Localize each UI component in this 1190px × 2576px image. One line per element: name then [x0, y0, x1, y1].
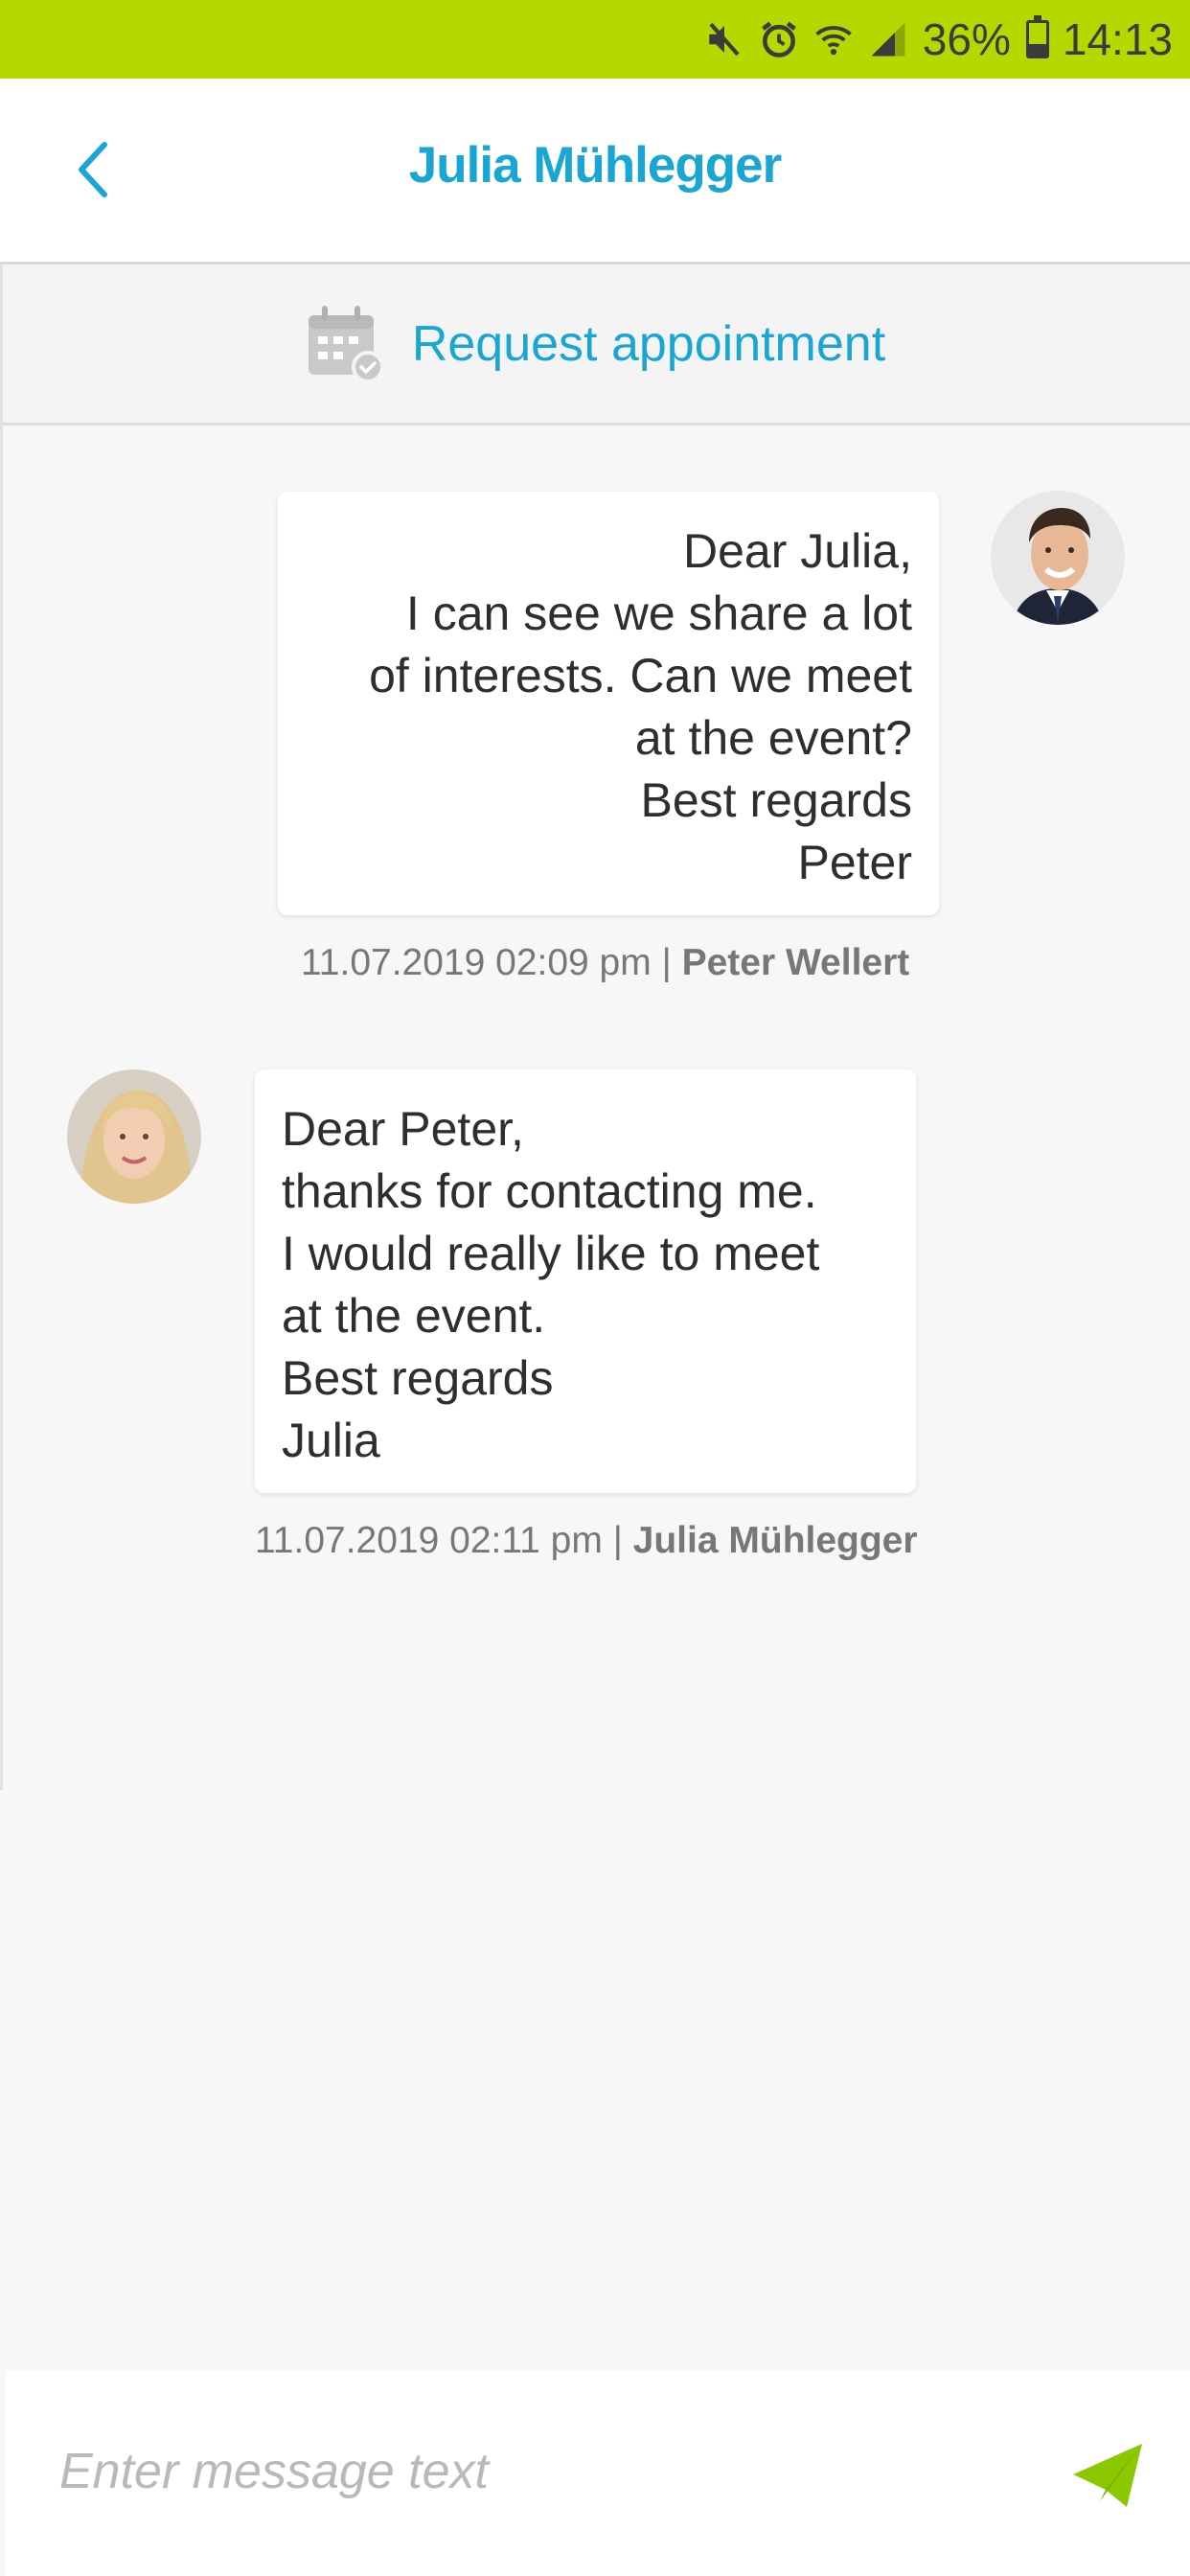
avatar	[991, 491, 1125, 625]
status-bar: 36% 14:13	[0, 0, 1190, 79]
message-meta: 11.07.2019 02:09 pm | Peter Wellert	[301, 942, 909, 984]
wifi-icon	[813, 19, 854, 59]
chat-header: Julia Mühlegger	[0, 79, 1190, 264]
battery-percent: 36%	[922, 14, 1011, 64]
message-sender: Peter Wellert	[681, 942, 910, 983]
battery-fill	[1028, 43, 1046, 56]
avatar	[67, 1070, 201, 1204]
alarm-icon	[758, 18, 800, 60]
send-icon	[1073, 2444, 1142, 2507]
message-meta: 11.07.2019 02:11 pm | Julia Mühlegger	[255, 1520, 918, 1562]
meta-separator: |	[651, 942, 682, 983]
page-title: Julia Mühlegger	[408, 137, 782, 194]
mute-icon	[704, 19, 744, 59]
clock: 14:13	[1062, 14, 1173, 64]
message-sender: Julia Mühlegger	[632, 1520, 918, 1561]
message-timestamp: 11.07.2019 02:11 pm	[255, 1520, 603, 1561]
battery-icon	[1025, 15, 1049, 58]
request-appointment-label: Request appointment	[411, 315, 886, 372]
request-appointment-button[interactable]: Request appointment	[0, 264, 1190, 426]
message-bubble-outgoing: Dear Julia, I can see we share a lot of …	[278, 492, 939, 915]
message-bubble-incoming: Dear Peter, thanks for contacting me. I …	[255, 1070, 916, 1493]
calendar-check-icon	[308, 305, 384, 383]
message-input[interactable]	[59, 2428, 1018, 2515]
message-timestamp: 11.07.2019 02:09 pm	[301, 942, 652, 983]
signal-icon	[867, 19, 909, 59]
status-icons: 36% 14:13	[704, 0, 1173, 79]
divider	[0, 264, 3, 1790]
message-composer	[6, 2371, 1190, 2576]
send-button[interactable]	[1060, 2428, 1156, 2524]
meta-separator: |	[602, 1520, 633, 1561]
